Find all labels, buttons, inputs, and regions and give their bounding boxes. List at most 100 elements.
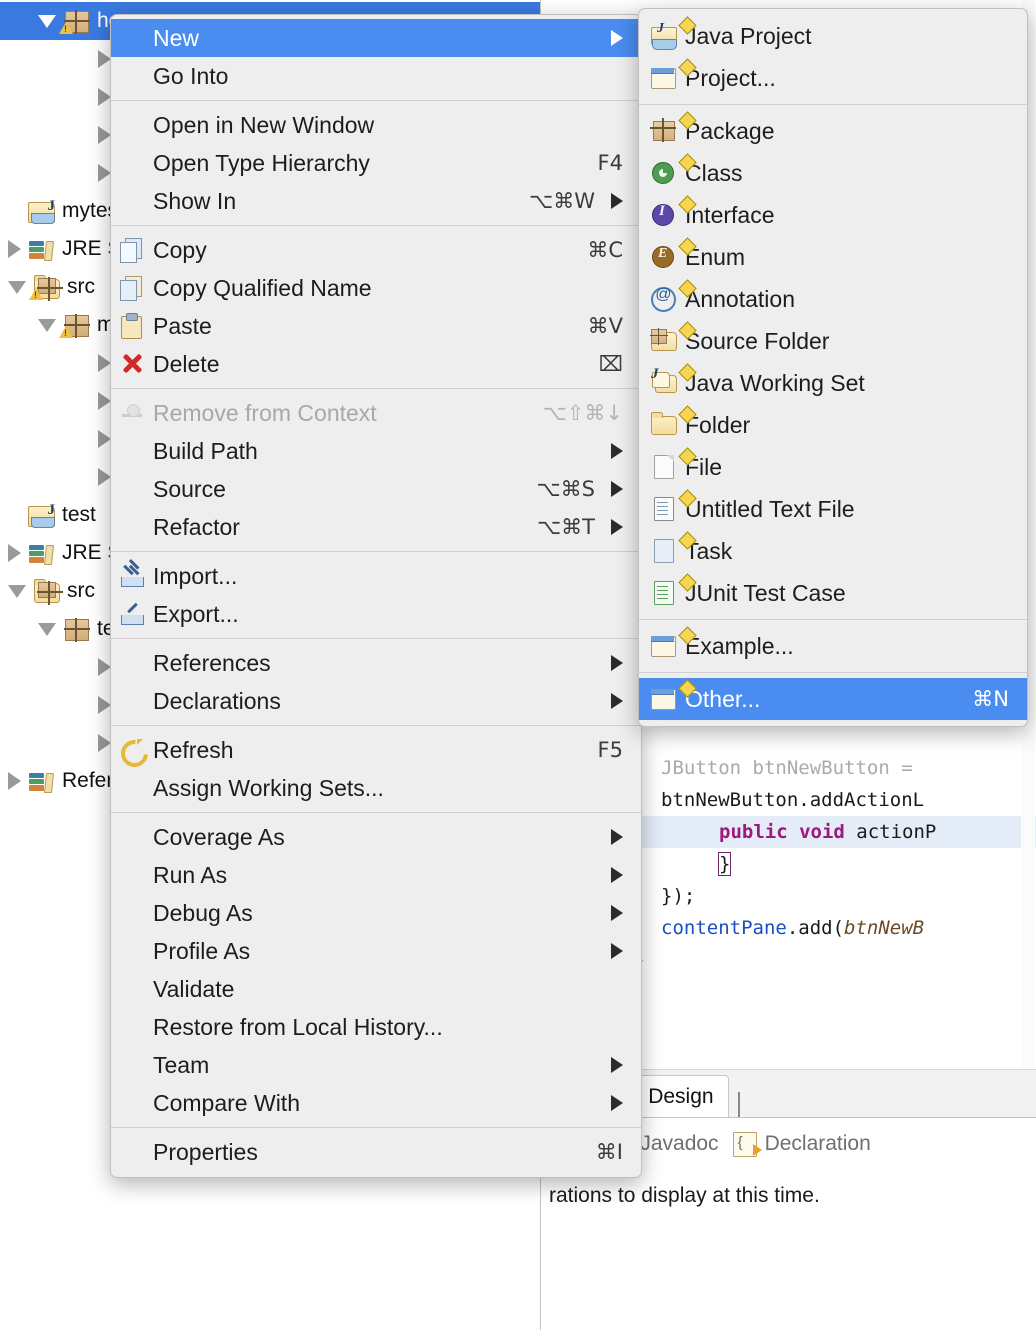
new-submenu-item-annotation[interactable]: Annotation (639, 278, 1027, 320)
context-menu-item-validate[interactable]: Validate (111, 970, 641, 1008)
context-menu-item-profile-as[interactable]: Profile As (111, 932, 641, 970)
context-menu-item-open-type-hierarchy[interactable]: Open Type Hierarchy F4 (111, 144, 641, 182)
context-menu-item-refactor[interactable]: Refactor ⌥⌘T (111, 508, 641, 546)
menu-separator (111, 225, 641, 226)
tree-item-5[interactable]: mytest (0, 192, 124, 230)
context-menu-item-show-in[interactable]: Show In ⌥⌘W (111, 182, 641, 220)
twisty-expanded-icon[interactable] (8, 280, 26, 294)
context-menu-item-label: Show In (153, 187, 237, 214)
source-folder-icon (29, 275, 63, 301)
package-icon (63, 617, 90, 642)
context-menu-item-accelerator: ⌘V (587, 314, 623, 338)
tree-item-13[interactable]: test (0, 496, 96, 534)
context-menu-item-paste[interactable]: Paste ⌘V (111, 307, 641, 345)
context-menu-item-copy[interactable]: Copy ⌘C (111, 231, 641, 269)
file-icon (651, 453, 679, 481)
project-context-menu[interactable]: New Go Into Open in New Window Open Type Hi… (110, 14, 642, 1178)
new-submenu-item-label: JUnit Test Case (685, 579, 846, 606)
context-menu-item-label: New (153, 24, 200, 51)
context-menu-item-accelerator: ⌘C (587, 238, 623, 262)
context-menu-item-new[interactable]: New (111, 19, 641, 57)
context-menu-item-label: Delete (153, 350, 220, 377)
tree-item-14[interactable]: JRE S (0, 534, 122, 572)
context-menu-item-declarations[interactable]: Declarations (111, 682, 641, 720)
context-menu-item-label: Open Type Hierarchy (153, 149, 370, 176)
new-submenu-item-file[interactable]: File (639, 446, 1027, 488)
context-menu-item-delete[interactable]: Delete ⌧ (111, 345, 641, 383)
context-menu-item-team[interactable]: Team (111, 1046, 641, 1084)
tree-item-6[interactable]: JRE S (0, 230, 122, 268)
new-submenu-item-class[interactable]: Class (639, 152, 1027, 194)
context-menu-item-export[interactable]: Export... (111, 595, 641, 633)
context-menu-item-label: Compare With (153, 1089, 300, 1116)
menu-separator (111, 812, 641, 813)
java-working-set-icon: J (651, 366, 679, 397)
context-menu-item-coverage-as[interactable]: Coverage As (111, 818, 641, 856)
chevron-right-icon (611, 905, 623, 921)
tree-item-15[interactable]: src (0, 572, 95, 610)
tab-declaration[interactable]: Declaration (732, 1131, 871, 1157)
context-menu-item-source[interactable]: Source ⌥⌘S (111, 470, 641, 508)
jre-library-icon (28, 237, 55, 261)
new-submenu-item-java-project[interactable]: J Java Project (639, 15, 1027, 57)
twisty-expanded-icon[interactable] (38, 14, 56, 28)
new-submenu-item-other[interactable]: Other... ⌘N (639, 678, 1027, 720)
context-menu-item-import[interactable]: Import... (111, 557, 641, 595)
twisty-expanded-icon[interactable] (38, 318, 56, 332)
twisty-expanded-icon[interactable] (8, 584, 26, 598)
twisty-collapsed-icon[interactable] (8, 772, 21, 790)
new-submenu[interactable]: JJava ProjectProject... Package ClassInter… (638, 8, 1028, 727)
new-submenu-item-folder[interactable]: Folder (639, 404, 1027, 446)
tree-item-16[interactable]: te (0, 610, 115, 648)
context-menu-item-copy-qualified-name[interactable]: Copy Qualified Name (111, 269, 641, 307)
context-menu-item-properties[interactable]: Properties ⌘I (111, 1133, 641, 1171)
new-submenu-item-label: Java Working Set (685, 369, 865, 396)
new-submenu-item-project[interactable]: Project... (639, 57, 1027, 99)
context-menu-item-open-in-new-window[interactable]: Open in New Window (111, 106, 641, 144)
new-submenu-item-java-working-set[interactable]: J Java Working Set (639, 362, 1027, 404)
context-menu-item-label: Profile As (153, 937, 251, 964)
tree-item-8[interactable]: m (0, 306, 115, 344)
context-menu-item-label: Paste (153, 312, 212, 339)
twisty-collapsed-icon[interactable] (8, 544, 21, 562)
new-submenu-item-interface[interactable]: Interface (639, 194, 1027, 236)
text-file-icon (651, 495, 679, 523)
context-menu-item-label: Debug As (153, 899, 253, 926)
twisty-expanded-icon[interactable] (38, 622, 56, 636)
context-menu-item-compare-with[interactable]: Compare With (111, 1084, 641, 1122)
context-menu-item-label: Copy Qualified Name (153, 274, 372, 301)
tree-item-7[interactable]: src (0, 268, 95, 306)
new-submenu-item-source-folder[interactable]: Source Folder (639, 320, 1027, 362)
context-menu-item-build-path[interactable]: Build Path (111, 432, 641, 470)
code-text: }); (661, 885, 696, 907)
new-submenu-item-untitled-text-file[interactable]: Untitled Text File (639, 488, 1027, 530)
tree-item-20[interactable]: Refer (0, 762, 113, 800)
new-submenu-item-junit-test-case[interactable]: JUnit Test Case (639, 572, 1027, 614)
remove-context-icon (119, 400, 145, 426)
context-menu-item-assign-working-sets[interactable]: Assign Working Sets... (111, 769, 641, 807)
new-submenu-item-enum[interactable]: Enum (639, 236, 1027, 278)
context-menu-item-debug-as[interactable]: Debug As (111, 894, 641, 932)
new-submenu-item-package[interactable]: Package (639, 110, 1027, 152)
new-submenu-item-label: Task (685, 537, 733, 564)
chevron-right-icon (611, 519, 623, 535)
new-submenu-item-task[interactable]: Task (639, 530, 1027, 572)
code-text: btnNewButton.addActionL (661, 789, 925, 811)
chevron-right-icon (611, 193, 623, 209)
context-menu-item-restore-from-local-history[interactable]: Restore from Local History... (111, 1008, 641, 1046)
code-text: JButton btnNewButton = (661, 757, 913, 779)
context-menu-item-label: Refactor (153, 513, 240, 540)
new-submenu-item-label: Package (685, 117, 775, 144)
context-menu-item-go-into[interactable]: Go Into (111, 57, 641, 95)
context-menu-item-label: Source (153, 475, 226, 502)
twisty-collapsed-icon[interactable] (8, 240, 21, 258)
code-line-4: }); (661, 880, 695, 912)
code-text: } (717, 852, 732, 876)
context-menu-item-refresh[interactable]: Refresh F5 (111, 731, 641, 769)
enum-icon (651, 243, 679, 271)
context-menu-item-references[interactable]: References (111, 644, 641, 682)
new-submenu-item-example[interactable]: Example... (639, 625, 1027, 667)
context-menu-item-remove-from-context[interactable]: Remove from Context ⌥⇧⌘↓ (111, 394, 641, 432)
java-project-icon: J (651, 21, 679, 50)
context-menu-item-run-as[interactable]: Run As (111, 856, 641, 894)
